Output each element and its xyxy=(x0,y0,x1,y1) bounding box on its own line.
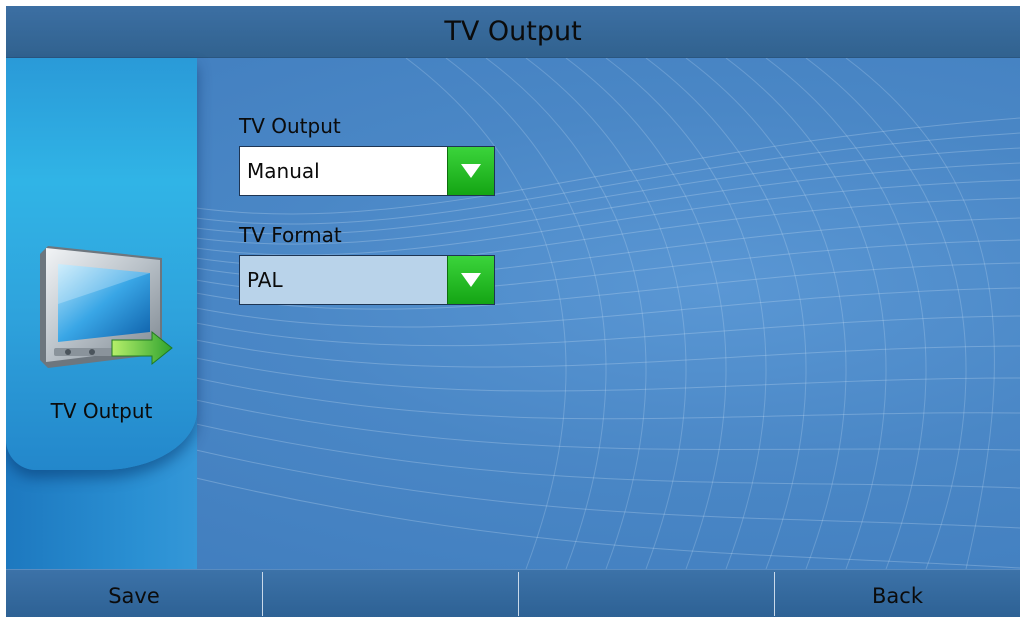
side-panel: TV Output xyxy=(6,58,197,569)
tv-output-icon xyxy=(40,246,173,368)
screen: TV Output TV Output TV Output Manual TV … xyxy=(6,6,1020,617)
side-panel-label: TV Output xyxy=(50,399,153,423)
tv-format-label: TV Format xyxy=(239,223,342,247)
tv-output-dropdown[interactable]: Manual xyxy=(239,146,495,196)
tv-format-value: PAL xyxy=(247,268,283,292)
tv-format-dropdown[interactable]: PAL xyxy=(239,255,495,305)
content-area: TV Output TV Output Manual TV Format PAL xyxy=(6,58,1020,569)
title-bar: TV Output xyxy=(6,6,1020,58)
softkey-2[interactable] xyxy=(263,570,519,617)
side-card: TV Output xyxy=(6,58,197,470)
save-button[interactable]: Save xyxy=(6,570,262,617)
softkey-3[interactable] xyxy=(519,570,775,617)
back-button[interactable]: Back xyxy=(775,570,1020,617)
dropdown-arrow-icon[interactable] xyxy=(447,256,494,304)
softkey-bar: Save Back xyxy=(6,569,1020,617)
dropdown-arrow-icon[interactable] xyxy=(447,147,494,195)
tv-output-value: Manual xyxy=(247,159,320,183)
tv-output-label: TV Output xyxy=(239,114,341,138)
page-title: TV Output xyxy=(444,16,582,47)
